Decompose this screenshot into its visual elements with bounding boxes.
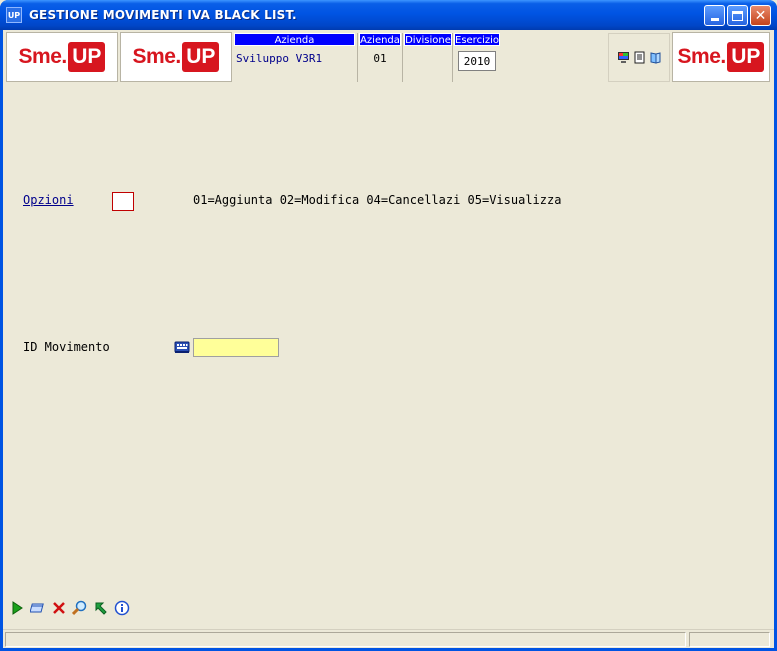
azienda-name-cell: Azienda Sviluppo V3R1	[234, 33, 355, 82]
opzioni-input[interactable]	[112, 192, 134, 211]
minimize-icon	[710, 18, 719, 21]
info-icon[interactable]	[114, 600, 130, 616]
opzioni-help-text: 01=Aggiunta 02=Modifica 04=Cancellazi 05…	[193, 193, 562, 207]
title-bar[interactable]: UP GESTIONE MOVIMENTI IVA BLACK LIST. ✕	[0, 0, 777, 30]
run-icon[interactable]	[9, 600, 25, 616]
logo-badge: UP	[727, 42, 765, 72]
logo-dot: .	[720, 45, 727, 68]
cancel-icon[interactable]	[51, 600, 67, 616]
azienda-name-value: Sviluppo V3R1	[236, 52, 323, 65]
logo-badge: UP	[182, 42, 220, 72]
monitor-icon[interactable]	[617, 51, 630, 64]
logo-brand-text: Sme	[18, 45, 62, 68]
azienda-code-label: Azienda	[359, 33, 401, 46]
header-divider	[357, 33, 358, 82]
window-icon[interactable]	[30, 600, 46, 616]
application-window: UP GESTIONE MOVIMENTI IVA BLACK LIST. ✕ …	[0, 0, 777, 651]
status-bar	[3, 629, 774, 648]
azienda-code-cell: Azienda 01	[359, 33, 401, 82]
close-button[interactable]: ✕	[750, 5, 771, 26]
header-bar: Sme. UP Sme. UP Azienda Sviluppo V3R1 Azie…	[3, 30, 774, 84]
logo-dot: .	[61, 45, 68, 68]
maximize-icon	[732, 10, 743, 21]
status-pane-secondary	[689, 632, 770, 647]
header-tool-icons	[608, 33, 670, 82]
back-arrow-icon[interactable]	[93, 600, 109, 616]
keyboard-icon[interactable]	[174, 339, 190, 355]
client-area: Sme. UP Sme. UP Azienda Sviluppo V3R1 Azie…	[3, 30, 774, 648]
header-divider	[402, 33, 403, 82]
minimize-button[interactable]	[704, 5, 725, 26]
id-movimento-input[interactable]	[193, 338, 279, 357]
document-icon[interactable]	[633, 51, 646, 64]
azienda-code-value: 01	[373, 52, 387, 65]
smeup-logo-secondary[interactable]: Sme. UP	[120, 32, 232, 82]
status-pane-main	[5, 632, 686, 647]
logo-brand-text: Sme	[132, 45, 176, 68]
azienda-name-label: Azienda	[234, 33, 355, 46]
header-divider	[452, 33, 453, 82]
close-icon: ✕	[754, 7, 767, 24]
app-icon: UP	[6, 7, 22, 23]
book-icon[interactable]	[649, 51, 662, 64]
maximize-button[interactable]	[727, 5, 748, 26]
divisione-cell: Divisione	[404, 33, 452, 82]
opzioni-link[interactable]: Opzioni	[23, 193, 74, 207]
logo-brand-text: Sme	[677, 45, 721, 68]
divisione-label: Divisione	[404, 33, 452, 46]
esercizio-cell: Esercizio 2010	[454, 33, 500, 82]
esercizio-field[interactable]: 2010	[458, 51, 496, 71]
search-icon[interactable]	[72, 600, 88, 616]
esercizio-label: Esercizio	[454, 33, 500, 46]
window-title: GESTIONE MOVIMENTI IVA BLACK LIST.	[29, 8, 297, 22]
logo-dot: .	[175, 45, 182, 68]
smeup-logo-right[interactable]: Sme. UP	[672, 32, 770, 82]
smeup-logo[interactable]: Sme. UP	[6, 32, 118, 82]
id-movimento-label: ID Movimento	[23, 340, 110, 354]
logo-badge: UP	[68, 42, 106, 72]
bottom-toolbar	[9, 598, 130, 618]
